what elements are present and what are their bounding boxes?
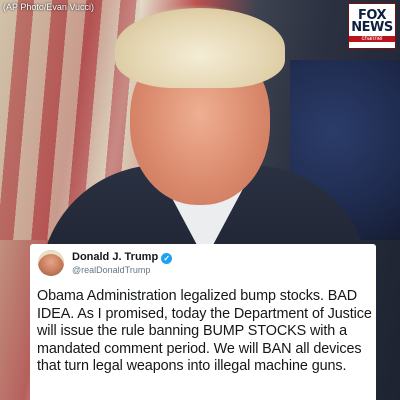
- display-name: Donald J. Trump: [72, 251, 159, 263]
- fox-logo-channel: channel: [349, 36, 395, 42]
- avatar[interactable]: [38, 250, 64, 276]
- photo-credit: (AP Photo/Evan Vucci): [3, 2, 95, 12]
- fox-logo-line2: NEWS: [351, 20, 393, 35]
- twitter-handle[interactable]: @realDonaldTrump: [72, 265, 150, 275]
- tweet-author[interactable]: Donald J. Trump ✓: [72, 251, 173, 264]
- verified-badge-icon: ✓: [161, 253, 173, 264]
- fox-news-logo: FOX NEWS channel: [348, 3, 396, 49]
- hair: [115, 8, 285, 88]
- tweet-card: Donald J. Trump ✓ @realDonaldTrump Obama …: [30, 244, 376, 400]
- tweet-text: Obama Administration legalized bump stoc…: [37, 288, 372, 375]
